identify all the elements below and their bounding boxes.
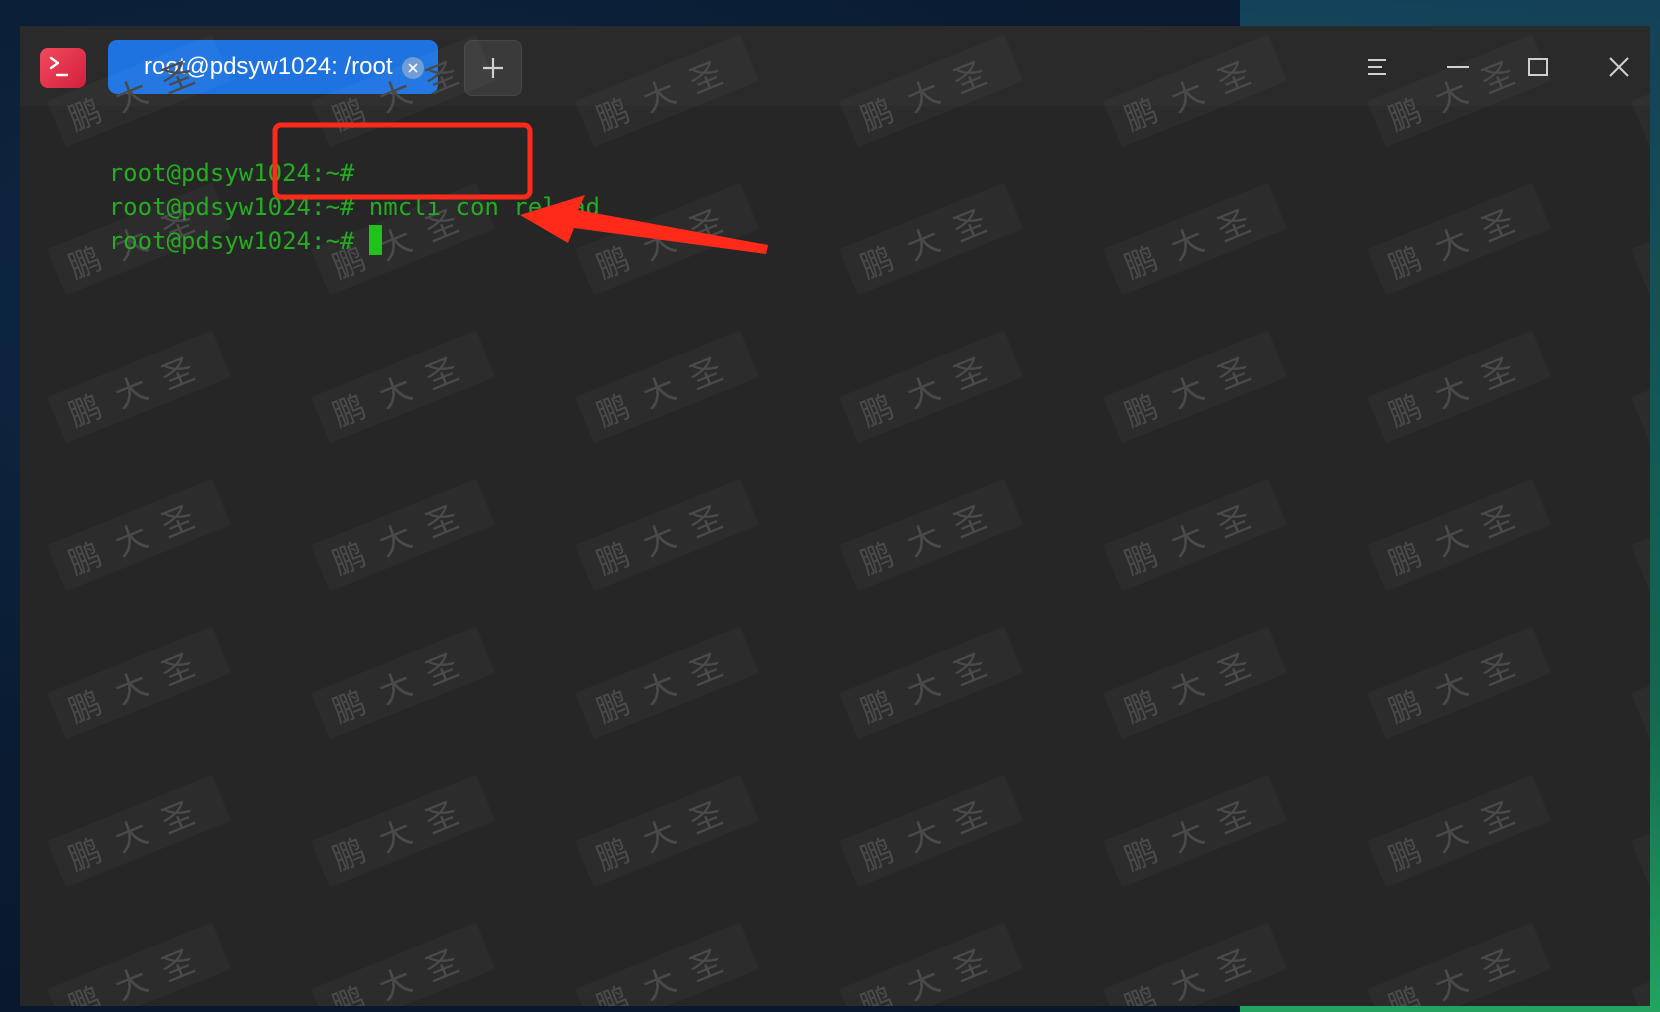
close-icon xyxy=(1609,57,1629,77)
minimize-button[interactable] xyxy=(1445,54,1471,80)
close-tab-icon[interactable] xyxy=(402,57,424,79)
watermark-text: 鹏大圣 xyxy=(47,626,231,739)
maximize-icon xyxy=(1528,58,1548,76)
watermark-text: 鹏大圣 xyxy=(1631,626,1650,739)
close-window-button[interactable] xyxy=(1606,54,1632,80)
watermark-text: 鹏大圣 xyxy=(575,922,759,1006)
plus-icon xyxy=(483,58,503,78)
terminal-line: root@pdsyw1024:~# xyxy=(22,190,382,292)
title-bar: root@pdsyw1024: /root xyxy=(20,26,1650,106)
watermark-text: 鹏大圣 xyxy=(1367,182,1551,295)
watermark-text: 鹏大圣 xyxy=(1103,478,1287,591)
tab-root-session[interactable]: root@pdsyw1024: /root xyxy=(108,40,438,94)
watermark-text: 鹏大圣 xyxy=(311,774,495,887)
watermark-text: 鹏大圣 xyxy=(575,330,759,443)
tab-label: root@pdsyw1024: /root xyxy=(144,53,393,80)
watermark-text: 鹏大圣 xyxy=(47,478,231,591)
watermark-text: 鹏大圣 xyxy=(839,330,1023,443)
text-cursor xyxy=(368,225,382,255)
watermark-text: 鹏大圣 xyxy=(1631,922,1650,1006)
terminal-window: root@pdsyw1024: /root 鹏大圣 鹏大圣 鹏大圣 鹏大圣 鹏大… xyxy=(20,26,1650,1006)
terminal-app-icon[interactable] xyxy=(40,48,86,88)
watermark-text: 鹏大圣 xyxy=(1367,626,1551,739)
add-tab-button[interactable] xyxy=(464,40,522,96)
menu-icon xyxy=(1368,59,1386,75)
watermark-text: 鹏大圣 xyxy=(1367,774,1551,887)
terminal-output[interactable]: 鹏大圣 鹏大圣 鹏大圣 鹏大圣 鹏大圣 鹏大圣 鹏大圣 鹏大圣 鹏大圣 鹏大圣 鹏大圣 鹏大圣 鹏大圣鹏… xyxy=(20,47,1650,1006)
watermark-text: 鹏大圣 xyxy=(839,626,1023,739)
watermark-text: 鹏大圣 xyxy=(311,626,495,739)
watermark-text: 鹏大圣 xyxy=(839,922,1023,1006)
watermark-text: 鹏大圣 xyxy=(1631,774,1650,887)
watermark-text: 鹏大圣 xyxy=(311,922,495,1006)
watermark-text: 鹏大圣 xyxy=(839,774,1023,887)
watermark-text: 鹏大圣 xyxy=(47,774,231,887)
watermark-text: 鹏大圣 xyxy=(839,478,1023,591)
maximize-button[interactable] xyxy=(1525,54,1551,80)
watermark-text: 鹏大圣 xyxy=(47,922,231,1006)
watermark-text: 鹏大圣 xyxy=(1631,182,1650,295)
watermark-text: 鹏大圣 xyxy=(1631,478,1650,591)
watermark-text: 鹏大圣 xyxy=(1631,330,1650,443)
watermark-text: 鹏大圣 xyxy=(311,330,495,443)
menu-button[interactable] xyxy=(1364,54,1390,80)
watermark-text: 鹏大圣 xyxy=(1367,478,1551,591)
prompt: root@pdsyw1024:~# xyxy=(108,227,355,255)
watermark-text: 鹏大圣 xyxy=(575,626,759,739)
watermark-text: 鹏大圣 xyxy=(1103,182,1287,295)
watermark-text: 鹏大圣 xyxy=(839,182,1023,295)
watermark-text: 鹏大圣 xyxy=(47,330,231,443)
watermark-text: 鹏大圣 xyxy=(1103,922,1287,1006)
watermark-text: 鹏大圣 xyxy=(1103,626,1287,739)
command: nmcli con reload xyxy=(368,193,600,221)
terminal-prompt-icon xyxy=(49,56,69,77)
watermark-text: 鹏大圣 xyxy=(1367,922,1551,1006)
watermark-text: 鹏大圣 xyxy=(1103,774,1287,887)
watermark-text: 鹏大圣 xyxy=(575,182,759,295)
minimize-icon xyxy=(1447,66,1469,68)
watermark-text: 鹏大圣 xyxy=(575,478,759,591)
watermark-text: 鹏大圣 xyxy=(575,774,759,887)
watermark-text: 鹏大圣 xyxy=(1367,330,1551,443)
watermark-text: 鹏大圣 xyxy=(1103,330,1287,443)
watermark-text: 鹏大圣 xyxy=(311,478,495,591)
